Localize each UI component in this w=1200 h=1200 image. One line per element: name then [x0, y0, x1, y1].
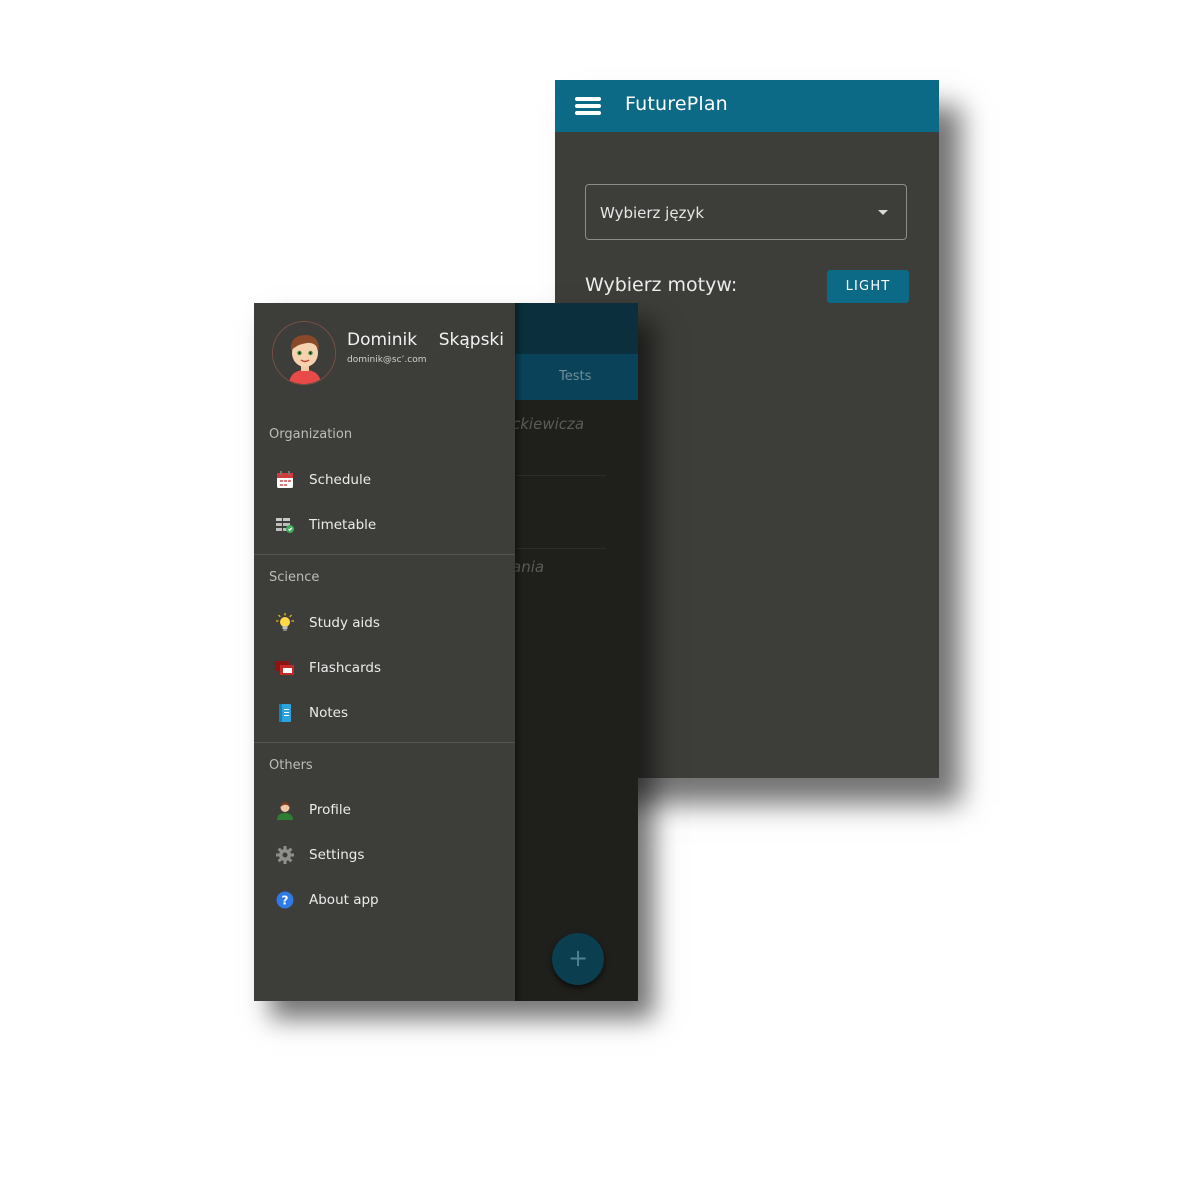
nav-item-about-app[interactable]: ? About app: [254, 880, 515, 920]
nav-item-notes[interactable]: Notes: [254, 693, 515, 733]
chevron-down-icon: [878, 210, 888, 215]
timetable-icon: [274, 515, 296, 535]
calendar-icon: [274, 470, 296, 490]
add-fab-button: +: [552, 933, 604, 985]
language-select-label: Wybierz język: [600, 204, 705, 222]
user-email: dominik@sc’.com: [347, 355, 427, 365]
nav-item-schedule[interactable]: Schedule: [254, 460, 515, 500]
tab-tests: Tests: [559, 369, 592, 384]
notebook-icon: [274, 703, 296, 723]
navigation-drawer: Dominik Skąpski dominik@sc’.com Organiza…: [254, 303, 515, 1001]
user-name: Dominik Skąpski: [347, 330, 505, 350]
section-title-others: Others: [269, 758, 313, 773]
flashcards-icon: [274, 658, 296, 678]
language-select[interactable]: Wybierz język: [585, 184, 907, 240]
nav-item-label: Settings: [309, 847, 365, 863]
nav-item-study-aids[interactable]: Study aids: [254, 603, 515, 643]
background-divider: [516, 475, 606, 476]
section-divider: [254, 554, 515, 555]
nav-item-timetable[interactable]: Timetable: [254, 505, 515, 545]
nav-item-label: Timetable: [309, 517, 377, 533]
nav-item-label: Profile: [309, 802, 351, 818]
nav-item-label: Flashcards: [309, 660, 381, 676]
avatar[interactable]: [272, 321, 336, 385]
svg-text:?: ?: [282, 894, 289, 908]
gear-icon: [274, 845, 296, 865]
section-title-science: Science: [269, 570, 320, 585]
theme-label: Wybierz motyw:: [585, 274, 738, 296]
section-title-organization: Organization: [269, 427, 353, 442]
nav-item-flashcards[interactable]: Flashcards: [254, 648, 515, 688]
drawer-edge-shadow: [515, 303, 523, 1001]
theme-toggle-button[interactable]: LIGHT: [827, 270, 909, 303]
menu-icon[interactable]: [575, 97, 601, 115]
nav-item-label: About app: [309, 892, 379, 908]
nav-item-label: Notes: [309, 705, 348, 721]
profile-icon: [274, 800, 296, 820]
nav-item-label: Study aids: [309, 615, 380, 631]
background-divider: [516, 548, 606, 549]
app-bar: FuturePlan: [555, 80, 939, 132]
nav-item-profile[interactable]: Profile: [254, 790, 515, 830]
lightbulb-icon: [274, 613, 296, 633]
help-icon: ?: [274, 890, 296, 910]
drawer-screen: Tests ckiewicza ania + Dominik Skąpski d…: [254, 303, 638, 1001]
app-title: FuturePlan: [625, 93, 728, 115]
nav-item-label: Schedule: [309, 472, 372, 488]
nav-item-settings[interactable]: Settings: [254, 835, 515, 875]
section-divider: [254, 742, 515, 743]
